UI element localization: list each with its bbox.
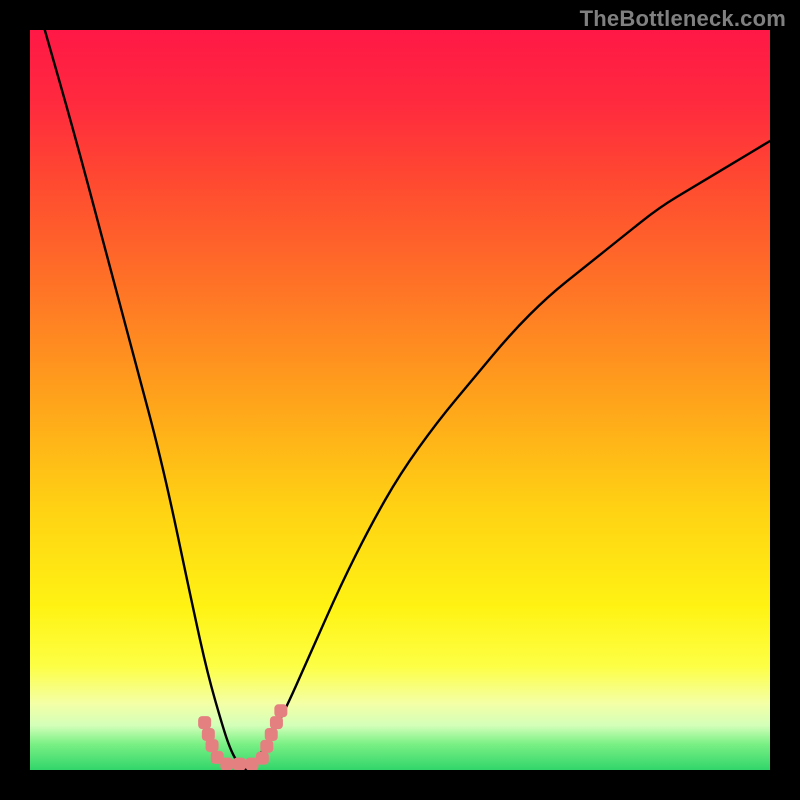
curve-marker [260, 740, 273, 753]
bottleneck-chart [30, 30, 770, 770]
watermark-text: TheBottleneck.com [580, 6, 786, 32]
curve-marker [202, 728, 215, 741]
gradient-background [30, 30, 770, 770]
curve-marker [274, 704, 287, 717]
curve-marker [220, 758, 233, 770]
curve-marker [270, 716, 283, 729]
curve-marker [206, 739, 219, 752]
curve-marker [265, 728, 278, 741]
chart-frame: TheBottleneck.com [0, 0, 800, 800]
curve-marker [256, 752, 269, 765]
curve-marker [198, 716, 211, 729]
curve-marker [233, 758, 246, 770]
